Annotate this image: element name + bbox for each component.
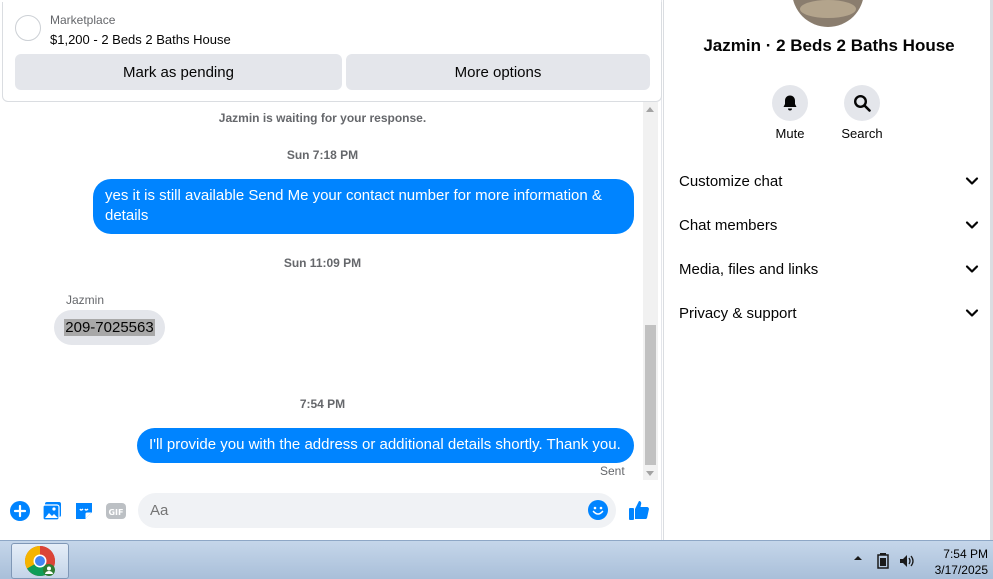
more-options-button[interactable]: More options [346, 54, 650, 90]
clock-date: 3/17/2025 [934, 563, 988, 577]
section-label: Customize chat [679, 172, 783, 190]
chrome-taskbar-button[interactable] [11, 543, 69, 579]
chat-column: Marketplace $1,200 - 2 Beds 2 Baths Hous… [0, 0, 662, 540]
incoming-message-text: 209-7025563 [64, 319, 155, 336]
section-media-files-links[interactable]: Media, files and links [679, 254, 979, 284]
sticker-icon[interactable] [74, 501, 94, 521]
outgoing-message[interactable]: yes it is still available Send Me your c… [93, 179, 634, 234]
scroll-up-arrow-icon[interactable] [646, 107, 654, 112]
listing-thumbnail[interactable] [15, 15, 41, 41]
system-clock[interactable]: 7:54 PM 3/17/2025 [918, 546, 988, 578]
chevron-down-icon [965, 309, 979, 317]
scroll-down-arrow-icon[interactable] [646, 471, 654, 476]
section-label: Media, files and links [679, 260, 819, 278]
emoji-icon[interactable] [588, 500, 608, 520]
plus-icon[interactable] [10, 501, 30, 521]
thumbs-up-icon[interactable] [628, 499, 650, 521]
search-button[interactable]: Search [832, 85, 892, 141]
bell-icon[interactable] [772, 85, 808, 121]
chevron-down-icon [965, 177, 979, 185]
volume-icon[interactable] [899, 553, 915, 569]
waiting-notice: Jazmin is waiting for your response. [218, 111, 427, 125]
conversation-title: Jazmin · 2 Beds 2 Baths House [703, 36, 955, 55]
gif-label: GIF [108, 508, 123, 517]
message-scrollbar[interactable] [643, 102, 658, 480]
message-composer: GIF [0, 484, 660, 540]
message-timestamp: Sun 7:18 PM [286, 148, 359, 162]
listing-source: Marketplace [50, 13, 116, 27]
section-chat-members[interactable]: Chat members [679, 210, 979, 240]
incoming-message[interactable]: 209-7025563 [54, 310, 165, 345]
message-input[interactable] [138, 493, 616, 528]
marketplace-listing-card: Marketplace $1,200 - 2 Beds 2 Baths Hous… [2, 2, 662, 102]
mute-label: Mute [775, 126, 805, 141]
chrome-icon [24, 546, 56, 577]
delivery-status: Sent [600, 464, 625, 478]
mark-as-pending-button[interactable]: Mark as pending [15, 54, 342, 90]
battery-icon[interactable] [877, 553, 889, 569]
message-list: Jazmin is waiting for your response. Sun… [0, 102, 660, 482]
outgoing-message[interactable]: I'll provide you with the address or add… [137, 428, 634, 463]
mute-button[interactable]: Mute [760, 85, 820, 141]
section-label: Chat members [679, 216, 778, 234]
photo-icon[interactable] [42, 501, 62, 521]
search-icon[interactable] [844, 85, 880, 121]
taskbar: 7:54 PM 3/17/2025 [0, 540, 993, 579]
listing-title[interactable]: $1,200 - 2 Beds 2 Baths House [50, 32, 231, 47]
chevron-down-icon [965, 221, 979, 229]
message-timestamp: 7:54 PM [299, 397, 346, 411]
section-privacy-support[interactable]: Privacy & support [679, 298, 979, 328]
section-label: Privacy & support [679, 304, 797, 322]
scroll-thumb[interactable] [645, 325, 656, 465]
search-label: Search [841, 126, 883, 141]
clock-time: 7:54 PM [943, 547, 988, 561]
section-customize-chat[interactable]: Customize chat [679, 166, 979, 196]
chevron-down-icon [965, 265, 979, 273]
avatar[interactable] [792, 0, 864, 27]
message-timestamp: Sun 11:09 PM [283, 256, 362, 270]
tray-expand-icon[interactable] [853, 553, 863, 563]
sender-name: Jazmin [66, 293, 105, 307]
conversation-info-panel: Jazmin · 2 Beds 2 Baths House Mute Searc… [663, 0, 993, 540]
gif-icon[interactable]: GIF [106, 501, 126, 521]
